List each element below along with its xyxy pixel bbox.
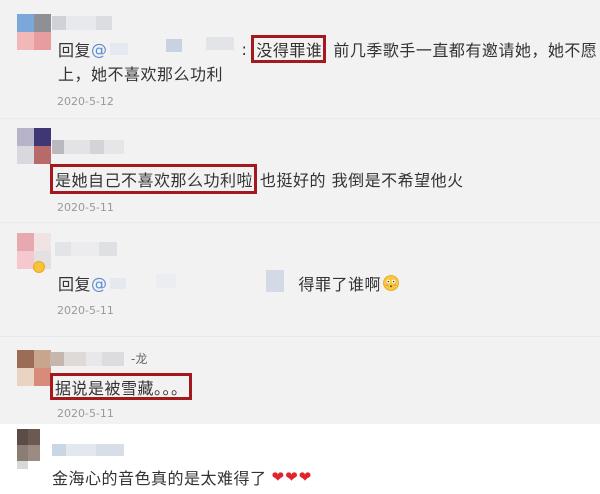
avatar-pixel xyxy=(28,461,40,469)
mention-username-blurred[interactable] xyxy=(108,36,242,62)
avatar-pixel xyxy=(17,14,34,32)
blurred-block xyxy=(55,242,71,256)
avatar[interactable] xyxy=(17,350,51,386)
member-badge-icon xyxy=(33,261,45,273)
blurred-block xyxy=(96,16,112,30)
mention-username-blurred[interactable] xyxy=(108,270,286,296)
blurred-block xyxy=(265,270,284,292)
comment-text: 得罪了谁啊 xyxy=(298,275,382,294)
comment-text: 金海心的音色真的是太难得了 xyxy=(52,469,267,488)
comment-text-line: 金海心的音色真的是太难得了 ❤❤❤ xyxy=(52,466,312,488)
avatar-pixel xyxy=(28,445,40,461)
comment-date: 2020-5-12 xyxy=(57,95,114,108)
comment-divider xyxy=(0,222,600,223)
avatar-pixel xyxy=(17,32,34,50)
avatar-pixel xyxy=(34,146,51,164)
avatar[interactable] xyxy=(17,128,51,164)
blurred-block xyxy=(109,43,128,55)
username-blurred[interactable] xyxy=(52,140,124,154)
reply-separator: : xyxy=(241,39,248,59)
avatar-pixel xyxy=(17,445,28,461)
avatar-pixel xyxy=(34,368,51,386)
blurred-block xyxy=(99,242,117,256)
avatar-pixel xyxy=(17,350,34,368)
blurred-block xyxy=(66,16,96,30)
highlighted-text: 据说是被雪藏。。。 xyxy=(55,378,188,398)
comment-text: 前几季歌手一直都有邀请她，她不愿 xyxy=(333,41,598,60)
highlight-box: 是她自己不喜欢那么功利啦 xyxy=(50,164,258,194)
avatar-pixel xyxy=(17,233,34,251)
reply-label: 回复 xyxy=(58,41,92,60)
username-blurred[interactable] xyxy=(50,352,124,366)
blurred-block xyxy=(90,140,104,154)
highlight-box: 没得罪谁 xyxy=(251,35,327,63)
comment-divider xyxy=(0,336,600,337)
comment-divider xyxy=(0,118,600,119)
avatar-pixel xyxy=(34,128,51,146)
avatar-pixel xyxy=(17,146,34,164)
blurred-block xyxy=(66,444,96,456)
blurred-block xyxy=(71,242,99,256)
highlight-box: 据说是被雪藏。。。 xyxy=(50,373,192,400)
avatar-pixel xyxy=(17,429,28,445)
highlighted-text: 是她自己不喜欢那么功利啦 xyxy=(55,171,254,190)
avatar-pixel xyxy=(17,461,28,469)
blurred-block xyxy=(205,37,234,50)
username-partial[interactable]: -龙 xyxy=(131,352,147,366)
comment-text-line: 回复 @ : 没得罪谁 前几季歌手一直都有邀请她，她不愿 xyxy=(58,35,600,63)
comment-text: 上，她不喜欢那么功利 xyxy=(58,65,224,84)
blurred-block xyxy=(52,444,66,456)
heart-emoji-text: ❤❤❤ xyxy=(271,468,313,486)
blurred-block xyxy=(155,274,176,288)
comment-date: 2020-5-11 xyxy=(57,304,114,317)
blurred-block xyxy=(52,140,64,154)
avatar-pixel xyxy=(17,251,34,269)
reply-label: 回复 xyxy=(58,275,92,294)
blurred-block xyxy=(102,352,124,366)
blurred-block xyxy=(64,140,90,154)
blurred-block xyxy=(64,352,86,366)
blurred-block xyxy=(96,444,124,456)
highlighted-text: 没得罪谁 xyxy=(256,41,323,60)
mention-link[interactable]: @ xyxy=(91,40,108,59)
avatar-pixel xyxy=(34,350,51,368)
comment-text-line: 回复 @ 得罪了谁啊 xyxy=(58,270,399,296)
comment-text: 也挺好的 我倒是不希望他火 xyxy=(260,171,464,190)
avatar-pixel xyxy=(34,32,51,50)
avatar-pixel xyxy=(34,14,51,32)
avatar-pixel xyxy=(34,233,51,251)
comment-date: 2020-5-11 xyxy=(57,201,114,214)
comment-text-line: 据说是被雪藏。。。 xyxy=(50,373,192,400)
username-blurred[interactable] xyxy=(55,242,117,256)
username-blurred[interactable] xyxy=(52,16,112,30)
blurred-block xyxy=(86,352,102,366)
comment-text-line: 是她自己不喜欢那么功利啦 也挺好的 我倒是不希望他火 xyxy=(50,164,464,194)
comment-list: 回复 @ : 没得罪谁 前几季歌手一直都有邀请她，她不愿 上，她不喜欢那么功利 … xyxy=(0,0,600,494)
avatar-pixel xyxy=(17,368,34,386)
blurred-block xyxy=(165,39,182,52)
flushed-face-icon xyxy=(383,275,399,291)
username-blurred[interactable] xyxy=(52,444,124,456)
blurred-block xyxy=(52,16,66,30)
blurred-block xyxy=(104,140,124,154)
comment-date: 2020-5-11 xyxy=(57,407,114,420)
avatar-pixel xyxy=(17,128,34,146)
avatar-pixel xyxy=(28,429,40,445)
blurred-block xyxy=(50,352,64,366)
mention-link[interactable]: @ xyxy=(91,274,108,293)
comment-text-line: 上，她不喜欢那么功利 xyxy=(58,62,223,84)
avatar[interactable] xyxy=(17,429,40,469)
avatar[interactable] xyxy=(17,14,51,50)
blurred-block xyxy=(109,278,126,289)
